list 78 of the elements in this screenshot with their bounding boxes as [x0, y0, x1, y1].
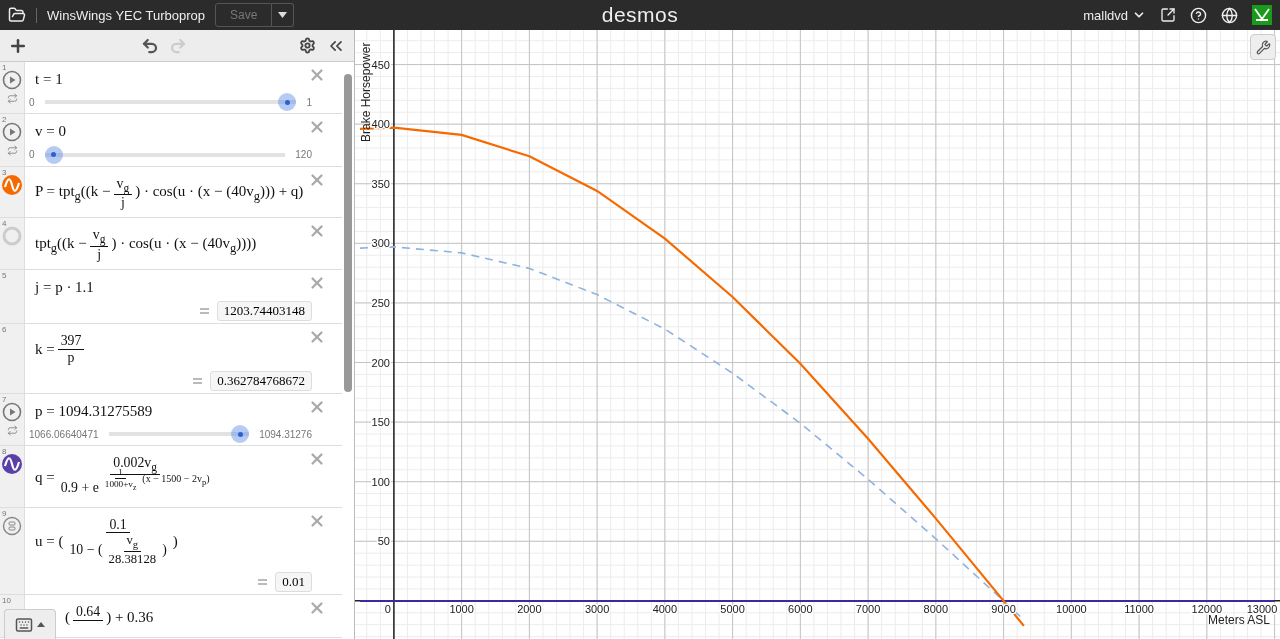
wrench-icon[interactable]: [1250, 34, 1276, 60]
slider-max[interactable]: 1094.31276: [259, 428, 312, 440]
user-menu[interactable]: malldvd: [1083, 7, 1146, 23]
line-number: 1: [2, 63, 7, 72]
evaluation-output: 0.01: [275, 571, 312, 592]
line-number: 2: [2, 115, 7, 125]
caret-icon: [278, 12, 288, 18]
repeat-icon[interactable]: [6, 425, 18, 437]
x-tick-label: 10000: [1056, 602, 1087, 615]
slider-min[interactable]: 0: [29, 149, 35, 160]
x-tick-label: 5000: [720, 602, 745, 615]
play-icon[interactable]: [2, 122, 22, 143]
slider-min[interactable]: 0: [29, 96, 35, 108]
evaluation-output: 0.362784768672: [210, 371, 312, 392]
slider-thumb[interactable]: [278, 93, 297, 112]
repeat-icon[interactable]: [6, 93, 18, 104]
wave-icon[interactable]: [2, 454, 22, 475]
math-expression[interactable]: j = p · 1.1: [35, 275, 94, 301]
graph-title[interactable]: WinsWings YEC Turboprop: [36, 7, 205, 23]
hidden-toggle-icon[interactable]: [2, 226, 22, 247]
slider-min[interactable]: 1066.06640471: [29, 428, 99, 440]
slider-thumb[interactable]: [231, 425, 250, 444]
equals-icon: [193, 378, 203, 385]
x-axis-title: Meters ASL: [1207, 613, 1270, 627]
y-tick-label: 200: [371, 356, 390, 369]
y-tick-label: 100: [371, 475, 390, 488]
help-icon[interactable]: [1190, 6, 1207, 24]
slider-max[interactable]: 120: [295, 149, 312, 160]
share-icon[interactable]: [1160, 7, 1176, 23]
line-number: 9: [2, 508, 7, 518]
slider-thumb[interactable]: [44, 145, 63, 164]
keyboard-button[interactable]: [4, 609, 56, 639]
x-tick-label: 11000: [1124, 602, 1154, 615]
line-number: 8: [2, 447, 7, 457]
globe-icon[interactable]: [1221, 6, 1238, 24]
caret-icon: [37, 622, 45, 627]
x-tick-label: 8000: [923, 602, 949, 615]
line-number: 10: [2, 595, 11, 605]
x-tick-label: 0: [384, 602, 391, 615]
y-tick-label: 250: [371, 296, 390, 309]
y-tick-label: 300: [371, 237, 390, 250]
line-number: 4: [2, 219, 7, 229]
settings-icon[interactable]: [299, 37, 316, 54]
list-icon[interactable]: [2, 515, 22, 536]
x-tick-label: 4000: [652, 602, 678, 615]
y-tick-label: 150: [371, 416, 390, 429]
line-number: 5: [2, 271, 7, 281]
equals-icon: [258, 578, 268, 585]
x-tick-label: 6000: [788, 602, 813, 615]
equals-icon: [199, 308, 209, 315]
delete-icon[interactable]: [308, 66, 326, 84]
line-number: 7: [2, 395, 7, 405]
y-tick-label: 450: [371, 58, 390, 71]
play-icon[interactable]: [2, 70, 22, 90]
math-expression[interactable]: ( 0.64 ) + 0.36: [65, 599, 154, 635]
x-tick-label: 13000: [1246, 602, 1278, 615]
x-tick-label: 1000: [449, 602, 474, 615]
evaluation-output: 1203.74403148: [216, 301, 312, 322]
math-expression[interactable]: p = 1094.31275589: [35, 399, 153, 425]
slider-max[interactable]: 1: [306, 96, 312, 108]
undo-icon[interactable]: [140, 36, 159, 55]
logo: desmos: [601, 3, 679, 27]
y-tick-label: 350: [371, 177, 390, 190]
avatar-icon[interactable]: [1252, 5, 1272, 25]
x-tick-label: 3000: [584, 602, 610, 615]
y-tick-label: 50: [377, 535, 390, 548]
math-expression[interactable]: v = 0: [35, 119, 66, 145]
play-icon[interactable]: [2, 402, 22, 423]
math-expression[interactable]: t = 1: [35, 67, 63, 93]
line-number: 6: [2, 325, 7, 335]
folder-icon[interactable]: [8, 6, 26, 24]
x-tick-label: 2000: [517, 602, 542, 615]
x-tick-label: 7000: [855, 602, 881, 615]
dropdown-button[interactable]: [272, 3, 295, 27]
keyboard-icon: [15, 615, 33, 634]
repeat-icon[interactable]: [6, 145, 18, 157]
line-number: 3: [2, 167, 7, 177]
x-tick-label: 12000: [1191, 602, 1223, 615]
